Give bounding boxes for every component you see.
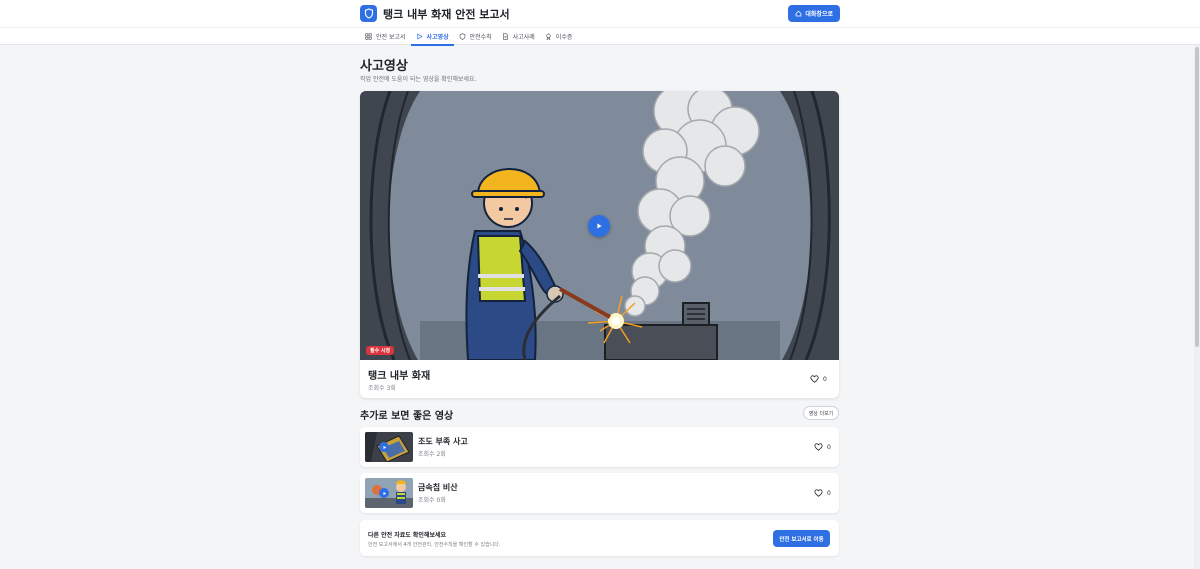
home-icon: [796, 10, 802, 17]
like-button[interactable]: 0: [814, 489, 831, 497]
tab-accident-cases[interactable]: 사고사례: [497, 28, 540, 45]
like-count: 0: [823, 375, 827, 383]
play-triangle-icon: [383, 491, 386, 495]
tab-accident-video[interactable]: 사고영상: [410, 28, 454, 46]
cta-description: 안전 보고서에서 4개 안전관리, 안전수칙을 확인할 수 있습니다.: [368, 542, 501, 548]
tab-label: 안전 보고서: [376, 34, 406, 41]
scrollbar-thumb[interactable]: [1195, 47, 1199, 347]
grid-icon: [365, 33, 372, 40]
page-scrollbar[interactable]: [1194, 45, 1200, 569]
app-header: 탱크 내부 화재 안전 보고서 대화창으로: [0, 0, 1200, 27]
like-button[interactable]: 0: [810, 375, 827, 383]
heart-icon: [810, 375, 819, 383]
tab-label: 사고사례: [512, 34, 535, 41]
go-to-safety-report-button[interactable]: 안전 보고서로 이동: [773, 530, 830, 547]
more-resources-card: 다른 안전 자료도 확인해보세요 안전 보고서에서 4개 안전관리, 안전수칙을…: [360, 520, 839, 556]
related-video-title: 조도 부족 사고: [418, 437, 468, 446]
like-button[interactable]: 0: [814, 443, 831, 451]
main-video-card[interactable]: 필수 시청 탱크 내부 화재 조회수 3회 0: [360, 91, 839, 398]
related-video-views: 조회수 2회: [418, 451, 446, 458]
play-triangle-icon: [597, 223, 602, 229]
tab-label: 사고영상: [426, 34, 449, 41]
award-icon: [546, 33, 551, 40]
must-watch-badge: 필수 시청: [366, 346, 395, 355]
home-button[interactable]: 대화창으로: [788, 5, 840, 22]
like-count: 0: [827, 443, 831, 451]
like-count: 0: [827, 489, 831, 497]
heart-icon: [814, 443, 823, 451]
tab-label: 안전수칙: [469, 34, 492, 41]
tab-bar: 안전 보고서 사고영상 안전수칙 사고사례 이수증: [0, 27, 1200, 46]
heart-icon: [814, 489, 823, 497]
play-button[interactable]: [588, 215, 610, 237]
play-triangle-icon: [383, 445, 386, 449]
tab-certificate[interactable]: 이수증: [540, 28, 578, 45]
shield-logo-icon: [360, 5, 377, 22]
more-videos-button[interactable]: 영상 더보기: [803, 406, 839, 420]
related-video-title: 금속칩 비산: [418, 483, 458, 492]
cta-title: 다른 안전 자료도 확인해보세요: [368, 532, 447, 539]
tab-safety-rules[interactable]: 안전수칙: [454, 28, 497, 45]
home-button-label: 대화창으로: [805, 11, 833, 18]
shield-icon: [459, 33, 465, 40]
brand: 탱크 내부 화재 안전 보고서: [360, 5, 510, 22]
page-subtitle: 작업 안전에 도움이 되는 영상을 확인해보세요.: [360, 76, 477, 83]
related-play-button[interactable]: [379, 442, 389, 452]
video-views: 조회수 3회: [368, 385, 396, 392]
related-video-thumbnail[interactable]: [365, 432, 413, 462]
video-title: 탱크 내부 화재: [368, 371, 431, 382]
app-title: 탱크 내부 화재 안전 보고서: [383, 7, 510, 21]
related-play-button[interactable]: [379, 488, 389, 498]
tab-safety-report[interactable]: 안전 보고서: [360, 28, 411, 45]
page-title: 사고영상: [360, 59, 408, 74]
related-video-card[interactable]: 조도 부족 사고 조회수 2회 0: [360, 427, 839, 467]
related-video-thumbnail[interactable]: [365, 478, 413, 508]
document-icon: [502, 33, 508, 40]
tab-label: 이수증: [555, 34, 573, 41]
related-video-views: 조회수 0회: [418, 497, 446, 504]
related-section-title: 추가로 보면 좋은 영상: [360, 411, 454, 422]
related-video-card[interactable]: 금속칩 비산 조회수 0회 0: [360, 473, 839, 513]
play-icon: [416, 33, 423, 40]
